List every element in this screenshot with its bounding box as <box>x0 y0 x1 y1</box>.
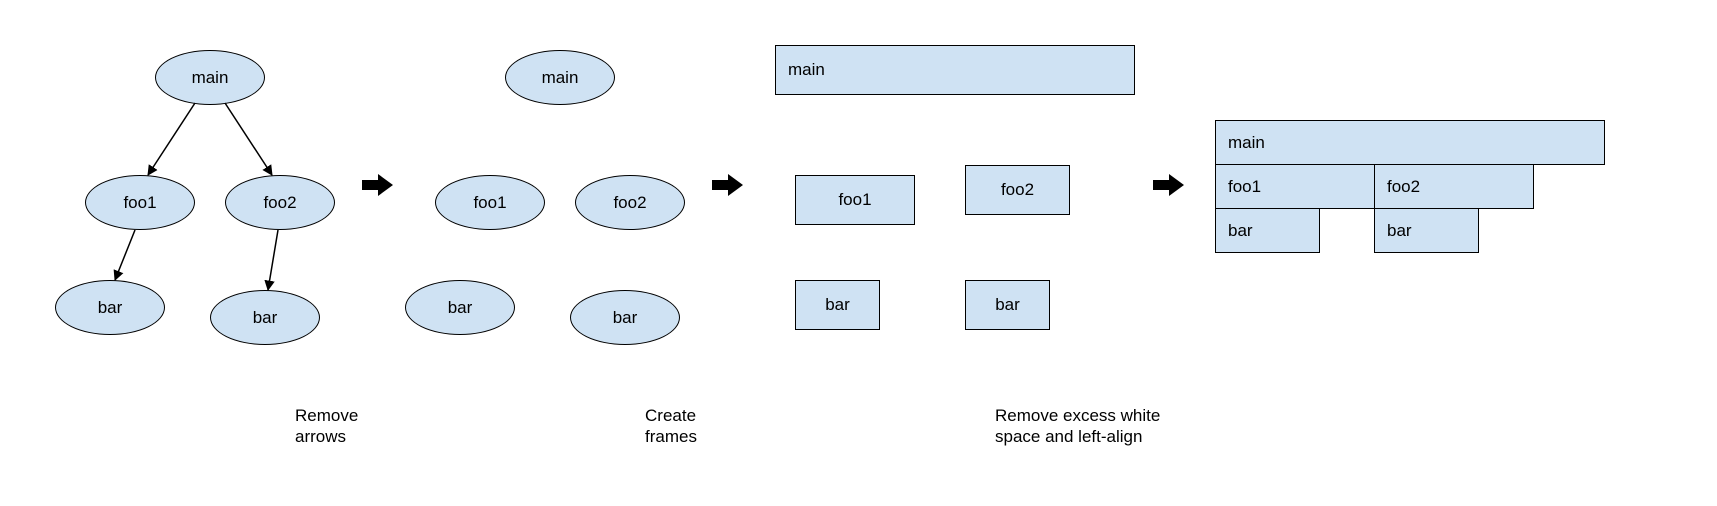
p2-node-foo2: foo2 <box>575 175 685 230</box>
p2-node-bar-left-label: bar <box>448 298 473 318</box>
p3-node-bar-left: bar <box>795 280 880 330</box>
p3-node-main: main <box>775 45 1135 95</box>
transition-arrow-3-icon <box>1153 173 1185 197</box>
p3-node-bar-right: bar <box>965 280 1050 330</box>
p2-node-main-label: main <box>542 68 579 88</box>
p2-node-foo1: foo1 <box>435 175 545 230</box>
p4-node-foo1-label: foo1 <box>1228 177 1261 197</box>
p2-node-bar-left: bar <box>405 280 515 335</box>
p4-node-bar-right-label: bar <box>1387 221 1412 241</box>
p1-node-bar-left-label: bar <box>98 298 123 318</box>
transition-caption-2: Create frames <box>645 405 697 448</box>
p1-node-bar-right: bar <box>210 290 320 345</box>
p1-node-foo2: foo2 <box>225 175 335 230</box>
edge-foo1-bar <box>115 230 135 280</box>
p3-node-foo2-label: foo2 <box>1001 180 1034 200</box>
p1-node-main-label: main <box>192 68 229 88</box>
p1-node-foo2-label: foo2 <box>263 193 296 213</box>
edge-main-foo1 <box>148 103 195 175</box>
p2-node-bar-right-label: bar <box>613 308 638 328</box>
p4-node-bar-left: bar <box>1215 208 1320 253</box>
transition-caption-3-line2: space and left-align <box>995 427 1142 446</box>
transition-caption-3-line1: Remove excess white <box>995 406 1160 425</box>
transition-arrow-1-icon <box>362 173 394 197</box>
transition-caption-2-line2: frames <box>645 427 697 446</box>
p1-node-foo1-label: foo1 <box>123 193 156 213</box>
p2-node-main: main <box>505 50 615 105</box>
p4-node-foo2: foo2 <box>1374 164 1534 209</box>
transition-arrow-2-icon <box>712 173 744 197</box>
p3-node-foo2: foo2 <box>965 165 1070 215</box>
edge-foo2-bar <box>268 230 278 290</box>
p2-node-foo2-label: foo2 <box>613 193 646 213</box>
p4-node-bar-right: bar <box>1374 208 1479 253</box>
p1-node-main: main <box>155 50 265 105</box>
transition-caption-3: Remove excess white space and left-align <box>995 405 1160 448</box>
transition-caption-1-line1: Remove <box>295 406 358 425</box>
p4-node-main-label: main <box>1228 133 1265 153</box>
p4-node-foo2-label: foo2 <box>1387 177 1420 197</box>
p1-node-bar-left: bar <box>55 280 165 335</box>
transition-caption-2-line1: Create <box>645 406 696 425</box>
p1-node-foo1: foo1 <box>85 175 195 230</box>
p4-node-bar-left-label: bar <box>1228 221 1253 241</box>
p3-node-bar-right-label: bar <box>995 295 1020 315</box>
p2-node-foo1-label: foo1 <box>473 193 506 213</box>
transition-caption-1-line2: arrows <box>295 427 346 446</box>
edge-main-foo2 <box>225 103 272 175</box>
p3-node-main-label: main <box>788 60 825 80</box>
p3-node-foo1-label: foo1 <box>838 190 871 210</box>
diagram-stage: main foo1 foo2 bar bar main foo1 foo2 ba… <box>0 0 1717 506</box>
p1-node-bar-right-label: bar <box>253 308 278 328</box>
p4-node-main: main <box>1215 120 1605 165</box>
p3-node-bar-left-label: bar <box>825 295 850 315</box>
p3-node-foo1: foo1 <box>795 175 915 225</box>
p4-node-foo1: foo1 <box>1215 164 1375 209</box>
transition-caption-1: Remove arrows <box>295 405 358 448</box>
p2-node-bar-right: bar <box>570 290 680 345</box>
